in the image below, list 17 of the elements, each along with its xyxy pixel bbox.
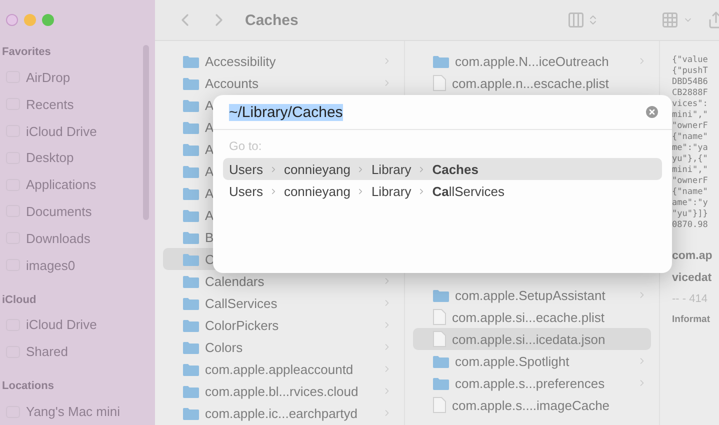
- path-segment-label: connieyang: [284, 162, 350, 176]
- path-segment-label: Library: [371, 162, 412, 176]
- path-segment-label: Caches: [432, 162, 478, 176]
- path-segment-label: Library: [371, 184, 412, 198]
- file-preview-text: {"value {"pushT DBD54B6 CB2888F vices": mini"," "ownerF {"name" me":"ya yu"},{" mini"," "ownerF {"name" ame":"y "yu"}]} 0870.98: [672, 55, 709, 231]
- file-name: com.ap: [672, 249, 714, 264]
- path-segment-label: CallServices: [432, 184, 504, 198]
- sidebar-section-header: Locations: [1, 379, 55, 394]
- section-heading: Informat: [672, 313, 711, 327]
- sidebar-section-header: iCloud: [1, 292, 38, 308]
- path-segment-label: Users: [229, 162, 263, 176]
- go-to-label: Go to:: [228, 138, 263, 152]
- file-name: vicedat: [672, 271, 713, 286]
- path-segment-label: connieyang: [284, 184, 350, 198]
- sidebar-section-header: Favorites: [1, 45, 52, 60]
- window-title: Caches: [245, 12, 298, 28]
- path-segment-label: Users: [229, 184, 263, 198]
